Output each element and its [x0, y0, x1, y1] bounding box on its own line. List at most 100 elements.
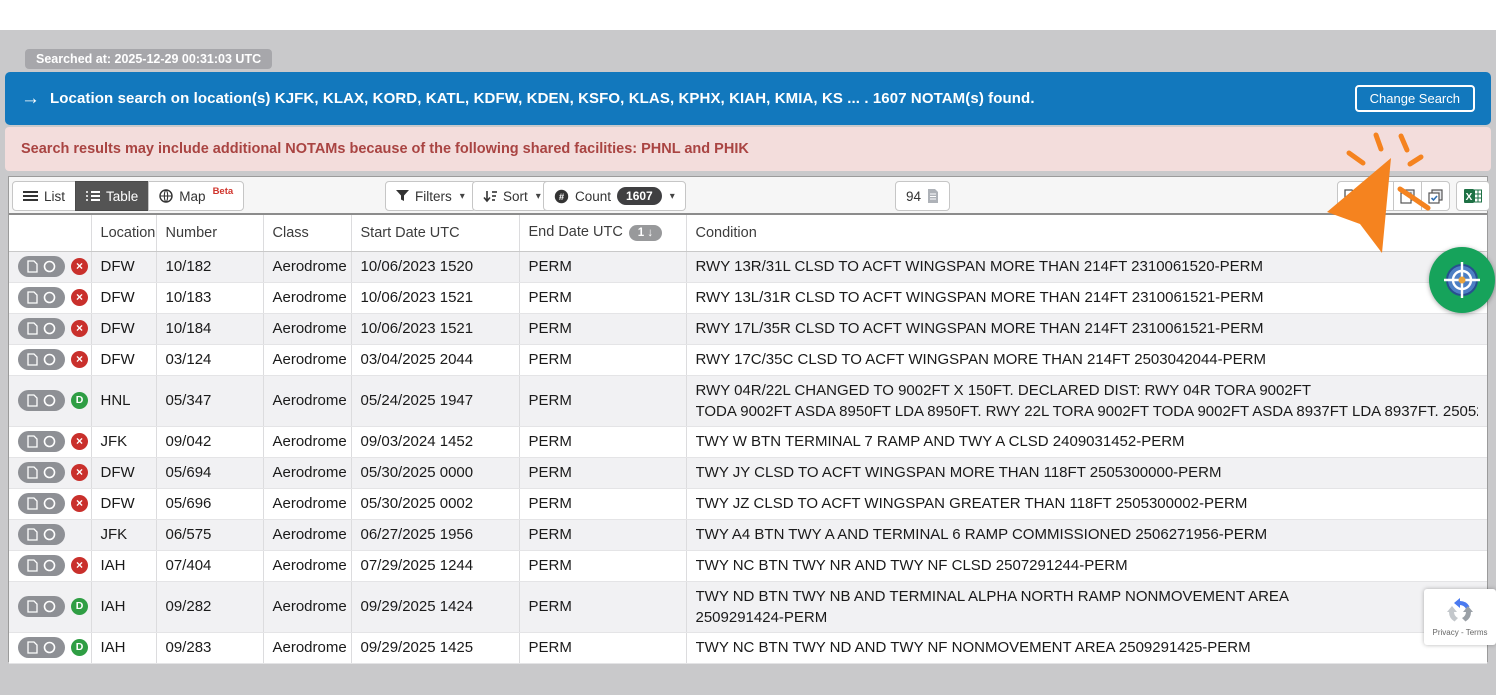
count-icon: #	[554, 189, 569, 204]
notam-actions-pill[interactable]	[18, 390, 65, 411]
cell-condition: RWY 13R/31L CLSD TO ACFT WINGSPAN MORE T…	[686, 251, 1487, 282]
cell-start-date: 10/06/2023 1521	[351, 313, 519, 344]
notam-actions-pill[interactable]	[18, 256, 65, 277]
table-row[interactable]: ×DFW10/182Aerodrome10/06/2023 1520PERMRW…	[9, 251, 1487, 282]
cell-location: DFW	[91, 313, 156, 344]
copy-checked-button[interactable]	[1421, 181, 1450, 211]
cell-number: 05/696	[156, 488, 263, 519]
svg-text:?: ?	[1377, 192, 1383, 203]
circle-icon	[43, 291, 56, 304]
cancelled-icon: ×	[71, 464, 88, 481]
notam-actions-pill[interactable]	[18, 318, 65, 339]
export-tools-group: ?	[1337, 181, 1450, 211]
table-row[interactable]: ×DFW05/694Aerodrome05/30/2025 0000PERMTW…	[9, 457, 1487, 488]
active-d-icon: D	[71, 392, 88, 409]
count-button[interactable]: # Count 1607 ▾	[543, 181, 686, 211]
cell-number: 05/694	[156, 457, 263, 488]
edit-document-button[interactable]	[1337, 181, 1366, 211]
cell-actions: D	[9, 375, 91, 426]
notam-actions-pill[interactable]	[18, 287, 65, 308]
table-row[interactable]: DIAH09/282Aerodrome09/29/2025 1424PERMTW…	[9, 581, 1487, 632]
cell-class: Aerodrome	[263, 457, 351, 488]
warning-text: Search results may include additional NO…	[21, 141, 637, 157]
table-row[interactable]: ×IAH07/404Aerodrome07/29/2025 1244PERMTW…	[9, 550, 1487, 581]
column-header-start-date-utc[interactable]: Start Date UTC	[351, 215, 519, 251]
cell-number: 05/347	[156, 375, 263, 426]
notam-actions-pill[interactable]	[18, 493, 65, 514]
pages-button[interactable]: 94	[895, 181, 950, 211]
condition-line: RWY 04R/22L CHANGED TO 9002FT X 150FT. D…	[696, 380, 1479, 401]
cell-condition: TWY JZ CLSD TO ACFT WINGSPAN GREATER THA…	[686, 488, 1487, 519]
export-excel-button[interactable]: X	[1456, 181, 1490, 211]
table-view-button[interactable]: Table	[75, 181, 149, 211]
filters-label: Filters	[415, 189, 452, 204]
column-header-condition[interactable]: Condition	[686, 215, 1487, 251]
table-row[interactable]: ×JFK09/042Aerodrome09/03/2024 1452PERMTW…	[9, 426, 1487, 457]
notam-actions-pill[interactable]	[18, 637, 65, 658]
cell-location: HNL	[91, 375, 156, 426]
document-icon	[27, 528, 38, 541]
cell-class: Aerodrome	[263, 313, 351, 344]
results-toolbar: List Table MapBeta Filters ▾ Sort	[9, 177, 1487, 215]
excel-icon: X	[1464, 188, 1482, 204]
document-icon	[27, 353, 38, 366]
copy-button[interactable]	[1393, 181, 1422, 211]
cell-actions: ×	[9, 313, 91, 344]
sort-order-badge[interactable]: 1 ↓	[629, 225, 662, 241]
recaptcha-icon	[1446, 598, 1474, 626]
condition-line: TWY A4 BTN TWY A AND TERMINAL 6 RAMP COM…	[696, 524, 1479, 545]
shared-facilities-warning: Search results may include additional NO…	[5, 127, 1491, 171]
column-header-class[interactable]: Class	[263, 215, 351, 251]
column-header-number[interactable]: Number	[156, 215, 263, 251]
cell-class: Aerodrome	[263, 488, 351, 519]
cell-actions	[9, 519, 91, 550]
condition-line: TWY JZ CLSD TO ACFT WINGSPAN GREATER THA…	[696, 493, 1479, 514]
notam-actions-pill[interactable]	[18, 349, 65, 370]
cell-number: 09/283	[156, 632, 263, 663]
active-d-icon: D	[71, 598, 88, 615]
table-row[interactable]: DIAH09/283Aerodrome09/29/2025 1425PERMTW…	[9, 632, 1487, 663]
document-icon	[27, 291, 38, 304]
table-row[interactable]: ×DFW10/184Aerodrome10/06/2023 1521PERMRW…	[9, 313, 1487, 344]
view-switcher: List Table MapBeta	[12, 181, 244, 211]
sort-icon	[483, 190, 497, 203]
cell-end-date: PERM	[519, 457, 686, 488]
cell-condition: TWY NC BTN TWY NR AND TWY NF CLSD 250729…	[686, 550, 1487, 581]
cell-start-date: 09/03/2024 1452	[351, 426, 519, 457]
table-row[interactable]: ×DFW05/696Aerodrome05/30/2025 0002PERMTW…	[9, 488, 1487, 519]
copy-check-icon	[1428, 189, 1443, 204]
cancelled-icon: ×	[71, 258, 88, 275]
notam-actions-pill[interactable]	[18, 555, 65, 576]
cell-condition: TWY ND BTN TWY NB AND TERMINAL ALPHA NOR…	[686, 581, 1487, 632]
cell-class: Aerodrome	[263, 251, 351, 282]
column-header-end-date-utc[interactable]: End Date UTC1 ↓	[519, 215, 686, 251]
table-row[interactable]: ×DFW10/183Aerodrome10/06/2023 1521PERMRW…	[9, 282, 1487, 313]
notam-search-screen: Searched at: 2025-12-29 00:31:03 UTC → L…	[0, 0, 1496, 695]
condition-line: TWY NC BTN TWY NR AND TWY NF CLSD 250729…	[696, 555, 1479, 576]
condition-line: RWY 13R/31L CLSD TO ACFT WINGSPAN MORE T…	[696, 256, 1479, 277]
help-button[interactable]: ?	[1365, 181, 1394, 211]
locate-position-button[interactable]	[1429, 247, 1495, 313]
question-circle-icon: ?	[1372, 189, 1387, 204]
table-row[interactable]: ×DFW03/124Aerodrome03/04/2025 2044PERMRW…	[9, 344, 1487, 375]
filters-button[interactable]: Filters ▾	[385, 181, 476, 211]
column-header-location[interactable]: Location	[91, 215, 156, 251]
notam-actions-pill[interactable]	[18, 462, 65, 483]
table-row[interactable]: DHNL05/347Aerodrome05/24/2025 1947PERMRW…	[9, 375, 1487, 426]
document-icon	[27, 497, 38, 510]
map-view-button[interactable]: MapBeta	[148, 181, 244, 211]
notam-actions-pill[interactable]	[18, 596, 65, 617]
cell-class: Aerodrome	[263, 632, 351, 663]
list-view-button[interactable]: List	[12, 181, 76, 211]
cell-start-date: 03/04/2025 2044	[351, 344, 519, 375]
notam-actions-pill[interactable]	[18, 431, 65, 452]
cell-actions: ×	[9, 426, 91, 457]
cell-location: IAH	[91, 581, 156, 632]
table-row[interactable]: JFK06/575Aerodrome06/27/2025 1956PERMTWY…	[9, 519, 1487, 550]
sort-button[interactable]: Sort ▾	[472, 181, 552, 211]
recaptcha-badge[interactable]: Privacy - Terms	[1424, 589, 1496, 645]
notam-actions-pill[interactable]	[18, 524, 65, 545]
change-search-button[interactable]: Change Search	[1355, 85, 1475, 112]
cell-location: IAH	[91, 550, 156, 581]
cell-number: 10/184	[156, 313, 263, 344]
